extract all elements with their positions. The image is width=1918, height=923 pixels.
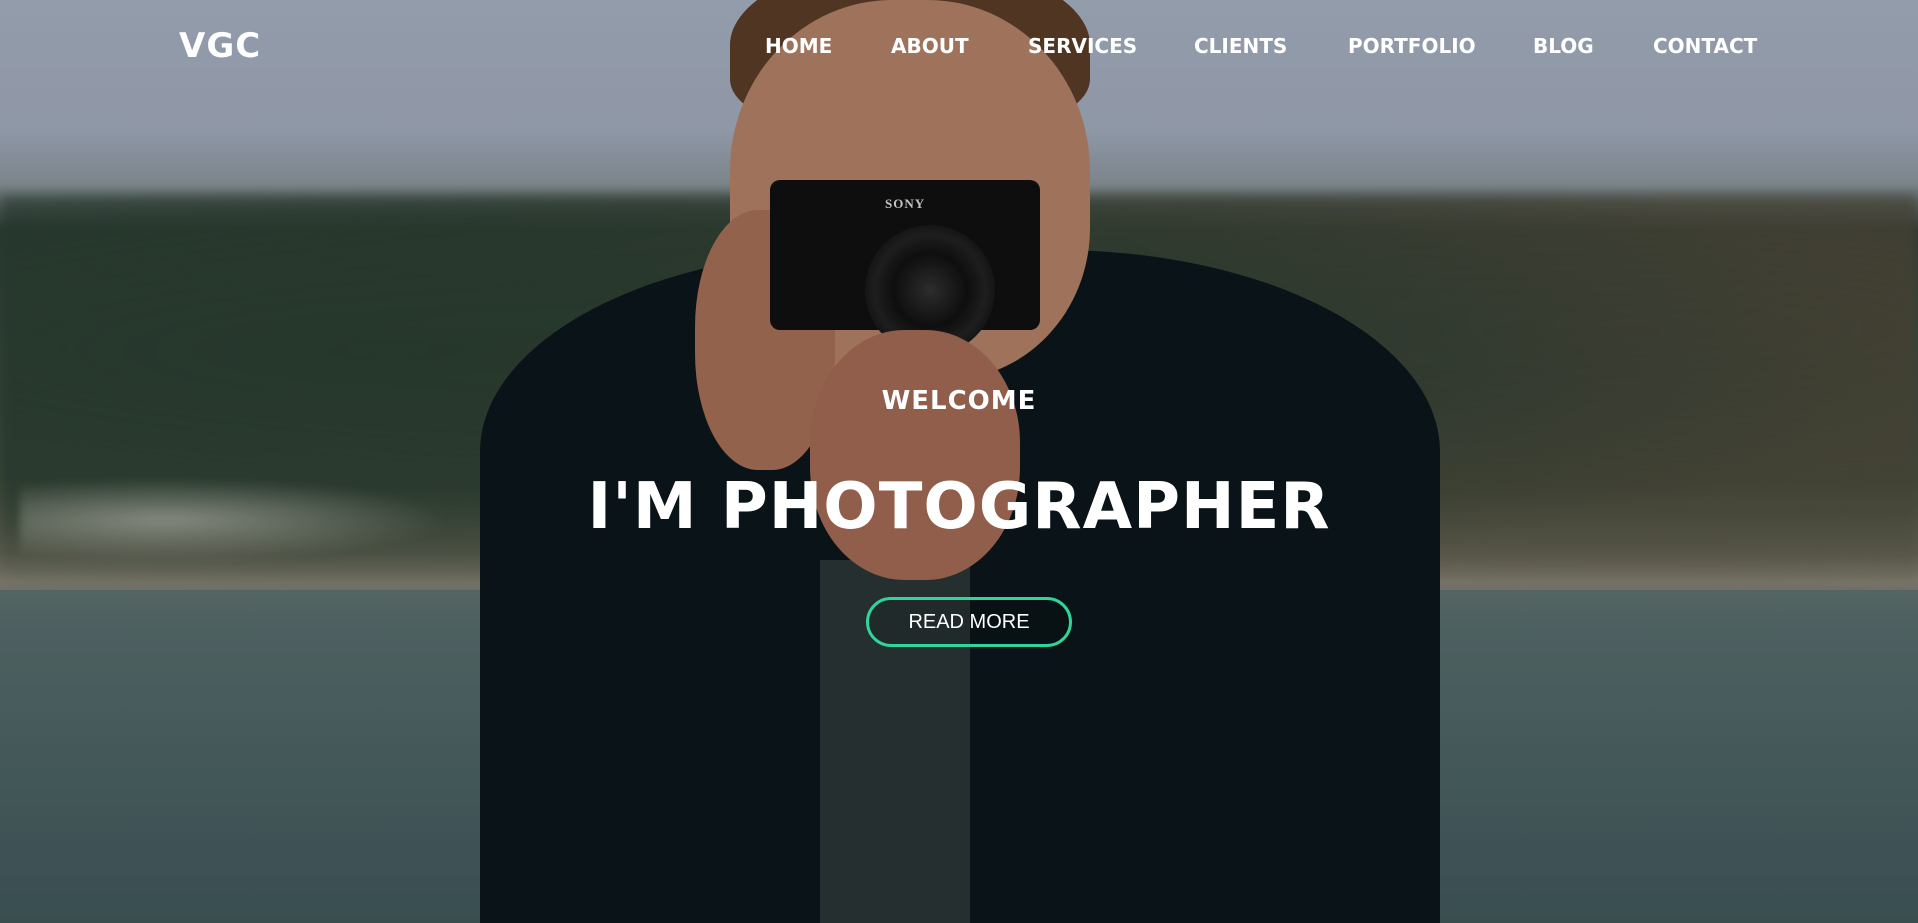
welcome-label: WELCOME xyxy=(881,386,1037,416)
nav-item-home[interactable]: HOME xyxy=(765,34,832,58)
hero-section: SONY VGC HOME ABOUT SERVICES CLIENTS POR… xyxy=(0,0,1918,923)
nav-item-blog[interactable]: BLOG xyxy=(1533,34,1594,58)
nav-item-clients[interactable]: CLIENTS xyxy=(1194,34,1287,58)
read-more-button[interactable]: READ MORE xyxy=(866,597,1072,647)
nav-item-contact[interactable]: CONTACT xyxy=(1653,34,1757,58)
hero-headline: I'M PHOTOGRAPHER xyxy=(587,470,1331,544)
nav-item-portfolio[interactable]: PORTFOLIO xyxy=(1348,34,1476,58)
nav-item-services[interactable]: SERVICES xyxy=(1028,34,1137,58)
nav-item-about[interactable]: ABOUT xyxy=(891,34,969,58)
site-logo[interactable]: VGC xyxy=(179,26,261,66)
dark-overlay xyxy=(0,0,1918,923)
